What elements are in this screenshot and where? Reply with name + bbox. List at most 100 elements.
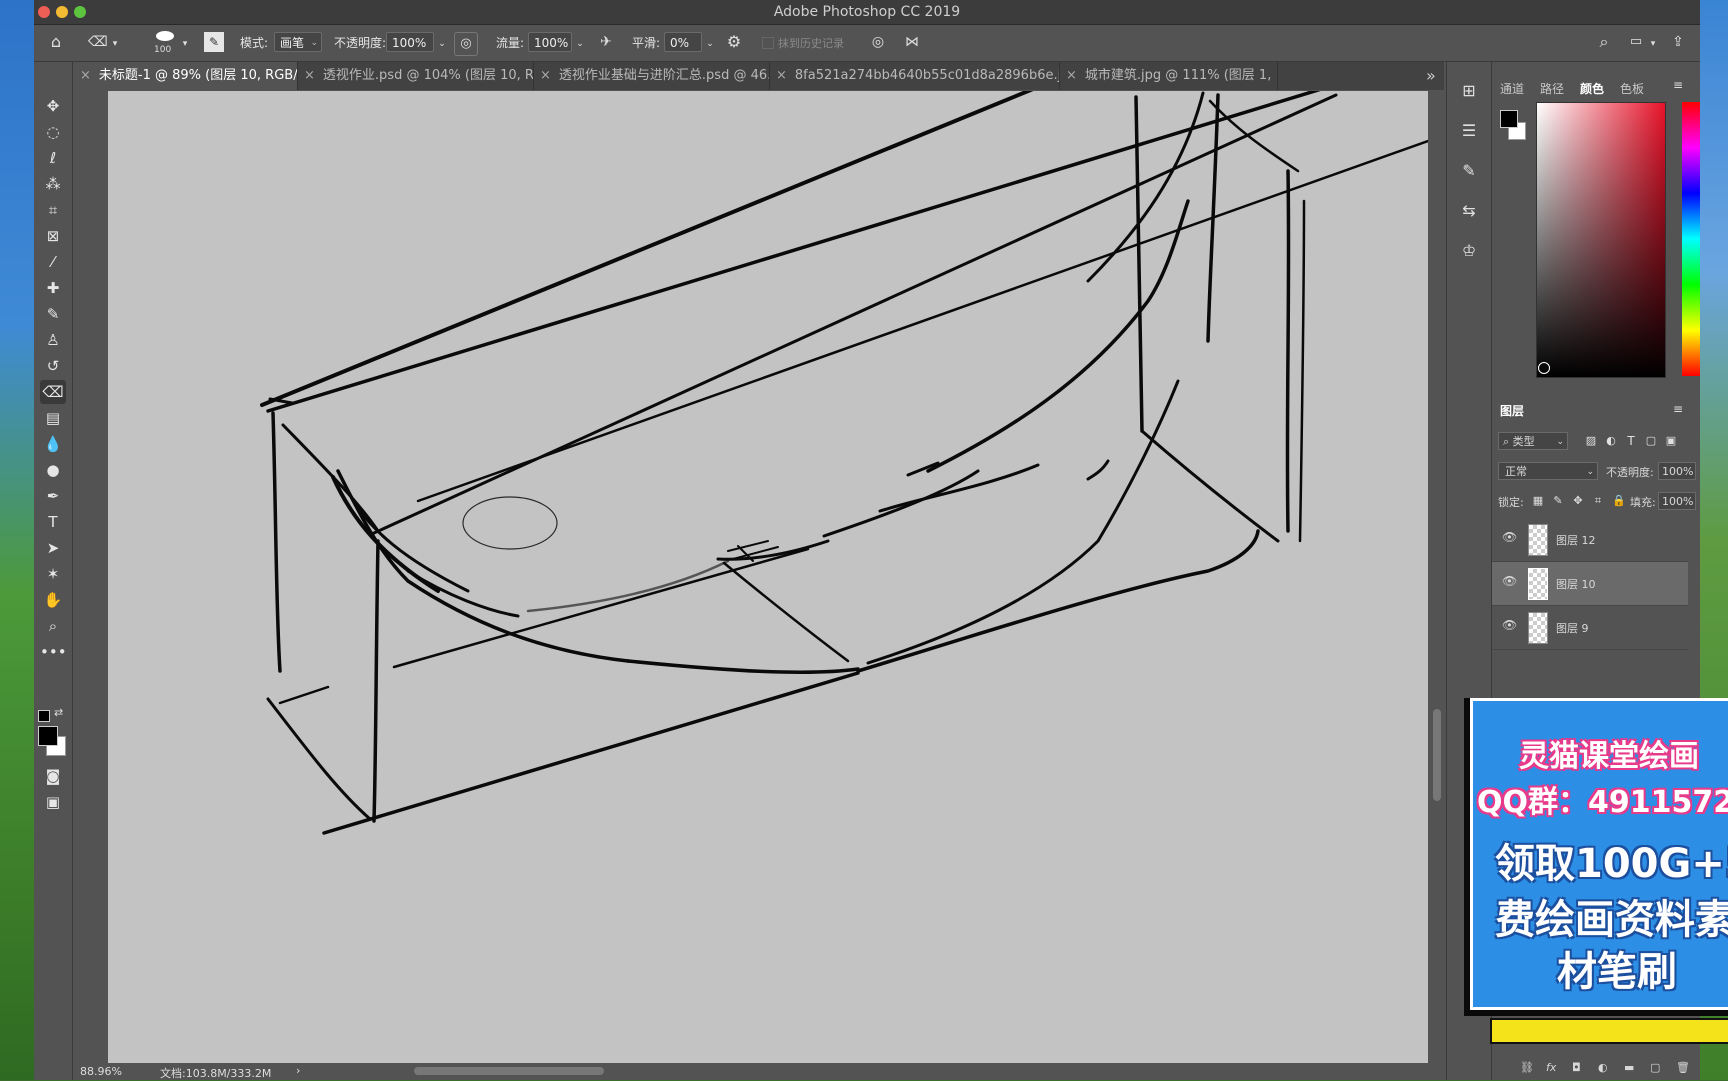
path-selection-tool-icon[interactable]: ➤ [40, 536, 66, 560]
workspace-icon[interactable]: ▭ [1626, 33, 1646, 51]
tabs-overflow-button[interactable]: » [1426, 66, 1436, 85]
filter-type-icon[interactable]: T [1624, 432, 1638, 450]
search-icon[interactable]: ⌕ [1594, 33, 1614, 51]
layer-row[interactable]: 👁 图层 10 [1492, 562, 1688, 606]
panel-menu-icon[interactable]: ≡ [1670, 76, 1686, 94]
airbrush-icon[interactable]: ✈ [596, 33, 616, 51]
link-layers-icon[interactable]: ⛓ [1520, 1061, 1534, 1074]
flow-input[interactable]: 100% [528, 32, 572, 52]
crop-tool-icon[interactable]: ⌗ [40, 198, 66, 222]
eraser-tool-preset-icon[interactable]: ⌫ [88, 33, 108, 51]
default-colors-icon[interactable] [38, 710, 50, 722]
layers-panel-title[interactable]: 图层 [1500, 402, 1524, 419]
healing-brush-tool-icon[interactable]: ✚ [40, 276, 66, 300]
elliptical-marquee-tool-icon[interactable]: ◌ [40, 120, 66, 144]
chevron-down-icon[interactable]: ⌄ [574, 35, 586, 53]
chevron-down-icon[interactable]: ▾ [110, 35, 120, 53]
adjustments-panel-icon[interactable]: ☰ [1457, 122, 1481, 140]
layer-name[interactable]: 图层 9 [1556, 620, 1589, 636]
learn-panel-icon[interactable]: ⊞ [1457, 82, 1481, 100]
brush-tool-icon[interactable]: ✎ [40, 302, 66, 326]
add-mask-icon[interactable]: ◘ [1572, 1061, 1581, 1074]
hue-slider[interactable] [1682, 102, 1700, 376]
pen-tool-icon[interactable]: ✒ [40, 484, 66, 508]
tab-channels[interactable]: 通道 [1500, 80, 1524, 97]
blur-tool-icon[interactable]: 💧 [40, 432, 66, 456]
layer-filter-select[interactable]: ⌕ 类型 ⌄ [1498, 432, 1568, 450]
zoom-level[interactable]: 88.96% [80, 1065, 122, 1078]
document-canvas[interactable] [108, 91, 1428, 1063]
gear-icon[interactable]: ⚙ [724, 33, 744, 51]
filter-adjustment-icon[interactable]: ◐ [1604, 432, 1618, 450]
canvas-horizontal-scrollbar[interactable] [414, 1067, 604, 1075]
eyedropper-tool-icon[interactable]: ⁄ [40, 250, 66, 274]
filter-smart-object-icon[interactable]: ▣ [1664, 432, 1678, 450]
color-panel-foreground-swatch[interactable] [1500, 110, 1518, 128]
smoothing-input[interactable]: 0% [664, 32, 702, 52]
eye-icon[interactable]: 👁 [1502, 574, 1517, 588]
blend-mode-select[interactable]: 正常 ⌄ [1498, 462, 1598, 480]
erase-to-history-checkbox[interactable] [762, 37, 774, 49]
frame-tool-icon[interactable]: ⊠ [40, 224, 66, 248]
home-icon[interactable]: ⌂ [46, 33, 66, 51]
canvas-vertical-scrollbar[interactable] [1430, 91, 1444, 1063]
brush-settings-panel-icon[interactable]: ✎ [204, 32, 224, 52]
new-group-icon[interactable]: ▬ [1624, 1061, 1634, 1074]
hand-tool-icon[interactable]: ✋ [40, 588, 66, 612]
trash-icon[interactable]: 🗑 [1676, 1061, 1690, 1074]
clone-stamp-tool-icon[interactable]: ♙ [40, 328, 66, 352]
magic-wand-tool-icon[interactable]: ⁂ [40, 172, 66, 196]
layer-row[interactable]: 👁 图层 12 [1492, 518, 1688, 562]
foreground-color-swatch[interactable] [38, 726, 58, 746]
lock-transparent-icon[interactable]: ▦ [1532, 492, 1544, 510]
fill-input[interactable]: 100% [1658, 492, 1696, 510]
tab-paths[interactable]: 路径 [1540, 80, 1564, 97]
layer-row[interactable]: 👁 图层 9 [1492, 606, 1688, 650]
quick-mask-icon[interactable]: ◙ [40, 764, 66, 788]
brush-preview-icon[interactable] [156, 31, 174, 41]
lasso-tool-icon[interactable]: ℓ [40, 146, 66, 170]
document-tab[interactable]: × 透视作业.psd @ 104% (图层 10, RG... [298, 62, 534, 90]
brush-presets-panel-icon[interactable]: ✎ [1457, 162, 1481, 180]
chevron-down-icon[interactable]: ⌄ [704, 35, 716, 53]
eye-icon[interactable]: 👁 [1502, 530, 1517, 544]
swap-colors-icon[interactable]: ⇄ [54, 706, 63, 719]
pressure-size-icon[interactable]: ◎ [868, 33, 888, 51]
mode-select[interactable]: 画笔 ⌄ [274, 32, 322, 52]
document-tab[interactable]: × 8fa521a274bb4640b55c01d8a2896b6e.jpeg [770, 62, 1060, 90]
history-brush-tool-icon[interactable]: ↺ [40, 354, 66, 378]
move-tool-icon[interactable]: ✥ [40, 94, 66, 118]
filter-shape-icon[interactable]: ▢ [1644, 432, 1658, 450]
lock-pixels-icon[interactable]: ✎ [1552, 492, 1564, 510]
document-tab[interactable]: ×未标题-1 @ 89% (图层 10, RGB/8) * [74, 62, 298, 90]
zoom-tool-icon[interactable]: ⌕ [40, 614, 66, 638]
lock-all-icon[interactable]: 🔒 [1612, 492, 1626, 510]
gradient-tool-icon[interactable]: ▤ [40, 406, 66, 430]
histogram-panel-icon[interactable]: ♔ [1457, 242, 1481, 260]
adjustment-layer-icon[interactable]: ◐ [1598, 1061, 1608, 1074]
scroll-thumb[interactable] [1433, 709, 1441, 801]
type-tool-icon[interactable]: T [40, 510, 66, 534]
fx-icon[interactable]: fx [1546, 1061, 1556, 1074]
filter-pixel-icon[interactable]: ▨ [1584, 432, 1598, 450]
color-picker-field[interactable] [1536, 102, 1666, 378]
layer-name[interactable]: 图层 12 [1556, 532, 1596, 548]
share-icon[interactable]: ⇪ [1668, 33, 1688, 51]
chevron-down-icon[interactable]: ⌄ [436, 35, 448, 53]
custom-shape-tool-icon[interactable]: ✶ [40, 562, 66, 586]
eye-icon[interactable]: 👁 [1502, 618, 1517, 632]
symmetry-butterfly-icon[interactable]: ⋈ [902, 33, 922, 51]
document-tab[interactable]: × 城市建筑.jpg @ 111% (图层 1, [1060, 62, 1278, 90]
layer-opacity-input[interactable]: 100% [1658, 462, 1696, 480]
more-tools-icon[interactable]: ••• [40, 640, 67, 664]
document-tab[interactable]: × 透视作业基础与进阶汇总.psd @ 46.... [534, 62, 770, 90]
status-menu-arrow[interactable]: › [296, 1064, 300, 1077]
dodge-tool-icon[interactable]: ● [40, 458, 66, 482]
lock-artboard-icon[interactable]: ⌗ [1592, 492, 1604, 510]
layer-name[interactable]: 图层 10 [1556, 576, 1596, 592]
eraser-tool-icon[interactable]: ⌫ [40, 380, 66, 404]
tab-swatches[interactable]: 色板 [1620, 80, 1644, 97]
new-layer-icon[interactable]: ▢ [1650, 1061, 1660, 1074]
chevron-down-icon[interactable]: ▾ [180, 35, 190, 53]
tab-color[interactable]: 颜色 [1580, 80, 1604, 97]
